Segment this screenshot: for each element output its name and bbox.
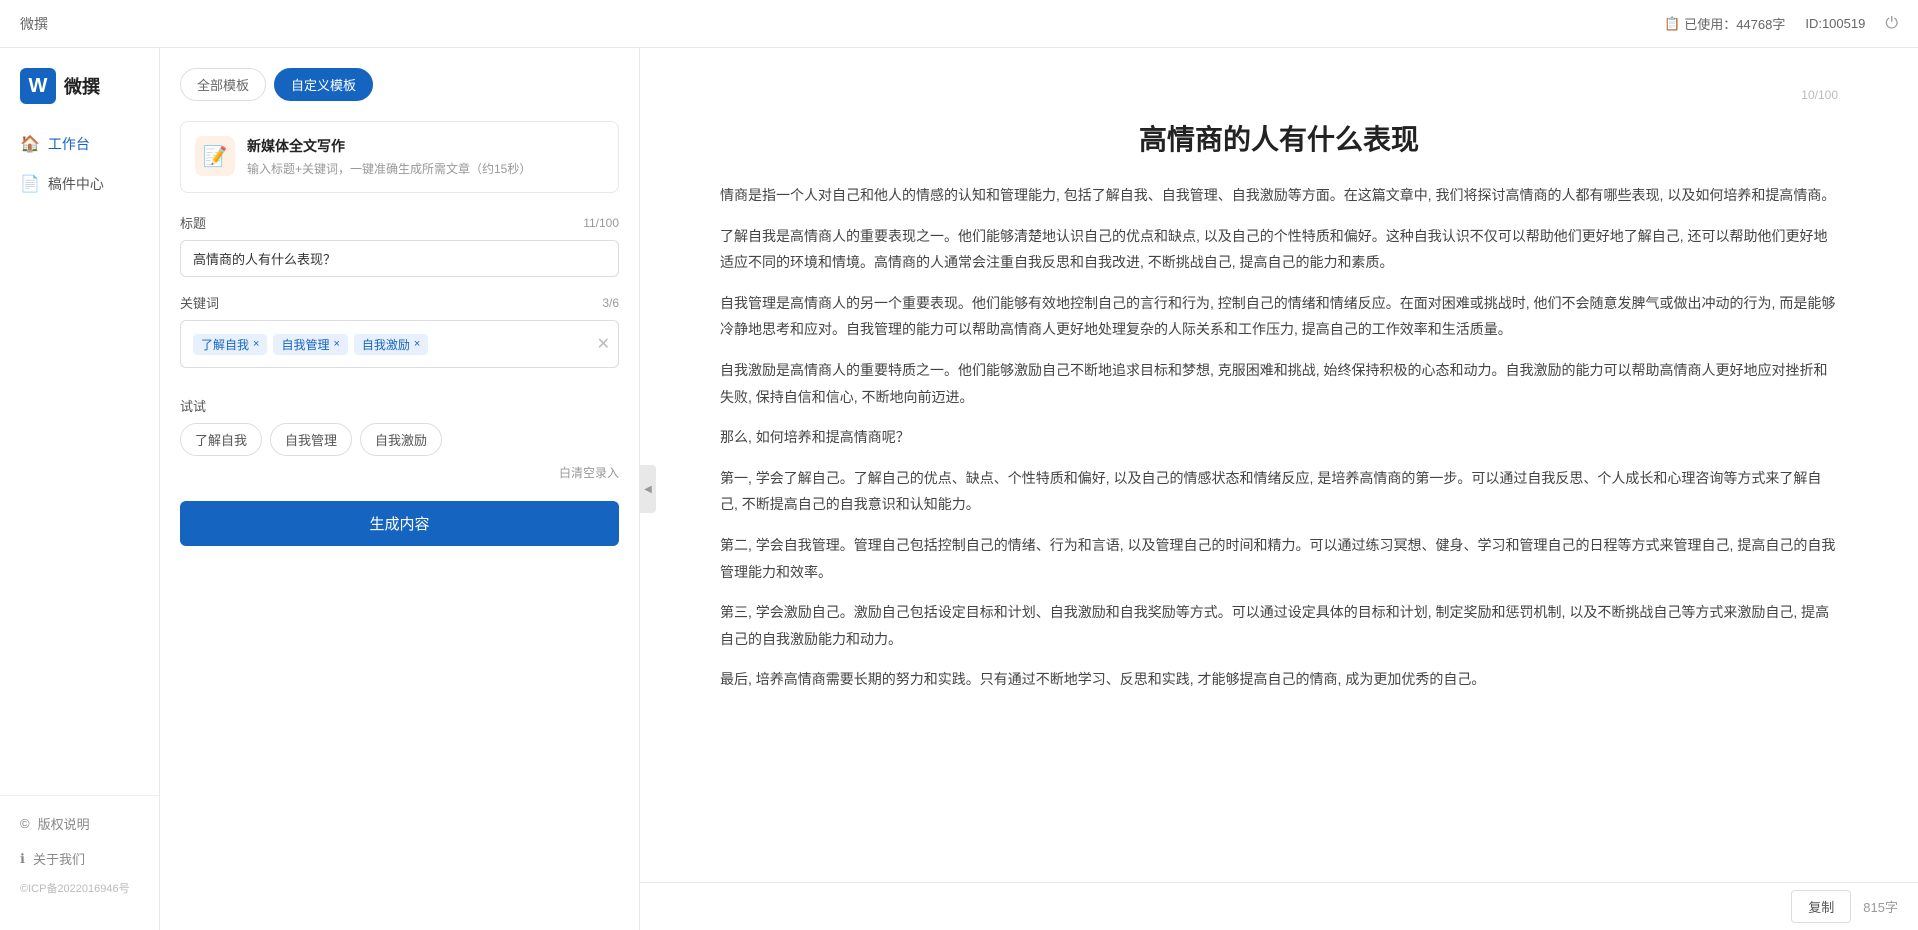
header-title: 微撰 (20, 14, 48, 34)
collapse-icon: ◀ (644, 484, 652, 495)
copyright-item[interactable]: © 版权说明 (0, 806, 159, 841)
chip-1[interactable]: 自我管理 (270, 423, 352, 456)
sidebar-item-drafts[interactable]: 📄 稿件中心 (0, 164, 159, 204)
suggestions: 试试 了解自我 自我管理 自我激励 白清空录入 (180, 396, 619, 481)
article-paragraph: 了解自我是高情商人的重要表现之一。他们能够清楚地认识自己的优点和缺点, 以及自己… (720, 223, 1838, 276)
copy-button[interactable]: 复制 (1791, 890, 1851, 923)
sidebar-footer: © 版权说明 ℹ 关于我们 ©ICP备2022016946号 (0, 795, 159, 910)
tabs: 全部模板 自定义模板 (180, 68, 619, 101)
template-icon: 📝 (195, 136, 235, 176)
about-icon: ℹ (20, 851, 25, 867)
article-body: 情商是指一个人对自己和他人的情感的认知和管理能力, 包括了解自我、自我管理、自我… (720, 182, 1838, 693)
sidebar-item-workbench[interactable]: 🏠 工作台 (0, 124, 159, 164)
title-field-section: 标题 11/100 (180, 213, 619, 277)
right-panel: 10/100 高情商的人有什么表现 情商是指一个人对自己和他人的情感的认知和管理… (640, 48, 1918, 930)
about-label: 关于我们 (33, 849, 85, 868)
keyword-tag-0-text: 了解自我 (201, 336, 249, 353)
generate-button[interactable]: 生成内容 (180, 501, 619, 546)
header-right: 📋 已使用：44768字 ID:100519 ⏻ (1664, 14, 1898, 33)
keyword-tag-0[interactable]: 了解自我 × (193, 334, 267, 355)
keyword-tag-1-text: 自我管理 (281, 336, 329, 353)
drafts-label: 稿件中心 (48, 174, 104, 194)
tab-custom[interactable]: 自定义模板 (274, 68, 373, 101)
logo-text: 微撰 (64, 73, 100, 99)
power-icon[interactable]: ⏻ (1885, 15, 1898, 33)
keyword-tag-0-remove[interactable]: × (253, 338, 259, 350)
copyright-label: 版权说明 (38, 814, 90, 833)
keywords-box[interactable]: 了解自我 × 自我管理 × 自我激励 × ✕ (180, 320, 619, 368)
keyword-label-text: 关键词 (180, 293, 219, 312)
keyword-tag-2-text: 自我激励 (362, 336, 410, 353)
used-label: 已使用：44768字 (1684, 14, 1785, 33)
article-container: 10/100 高情商的人有什么表现 情商是指一个人对自己和他人的情感的认知和管理… (640, 48, 1918, 882)
title-field-label: 标题 11/100 (180, 213, 619, 232)
keyword-field-label: 关键词 3/6 (180, 293, 619, 312)
layout: W 微撰 🏠 工作台 📄 稿件中心 © 版权说明 ℹ 关于我们 ©ICP备202… (0, 48, 1918, 930)
template-desc: 输入标题+关键词，一键准确生成所需文章（约15秒） (247, 160, 604, 178)
bottom-bar: 复制 815字 (640, 882, 1918, 930)
template-card[interactable]: 📝 新媒体全文写作 输入标题+关键词，一键准确生成所需文章（约15秒） (180, 121, 619, 193)
template-name: 新媒体全文写作 (247, 136, 604, 156)
keyword-tag-2[interactable]: 自我激励 × (354, 334, 428, 355)
title-label-text: 标题 (180, 213, 206, 232)
clear-link[interactable]: 白清空录入 (180, 464, 619, 481)
left-panel: 全部模板 自定义模板 📝 新媒体全文写作 输入标题+关键词，一键准确生成所需文章… (160, 48, 640, 930)
keyword-tag-1-remove[interactable]: × (333, 338, 339, 350)
article-paragraph: 第二, 学会自我管理。管理自己包括控制自己的情绪、行为和言语, 以及管理自己的时… (720, 532, 1838, 585)
workbench-icon: 🏠 (20, 134, 40, 154)
chip-0[interactable]: 了解自我 (180, 423, 262, 456)
article-count: 10/100 (720, 88, 1838, 102)
suggestion-chips: 了解自我 自我管理 自我激励 (180, 423, 619, 456)
about-item[interactable]: ℹ 关于我们 (0, 841, 159, 876)
header: 微撰 📋 已使用：44768字 ID:100519 ⏻ (0, 0, 1918, 48)
tab-all[interactable]: 全部模板 (180, 68, 266, 101)
main: 全部模板 自定义模板 📝 新媒体全文写作 输入标题+关键词，一键准确生成所需文章… (160, 48, 1918, 930)
drafts-icon: 📄 (20, 174, 40, 194)
word-count: 815字 (1863, 897, 1898, 916)
article-paragraph: 那么, 如何培养和提高情商呢？ (720, 424, 1838, 451)
keyword-field-section: 关键词 3/6 了解自我 × 自我管理 × 自我激励 × (180, 293, 619, 368)
used-icon: 📋 (1664, 16, 1680, 32)
logo-area: W 微撰 (0, 68, 159, 124)
keyword-count: 3/6 (602, 296, 619, 310)
template-info: 新媒体全文写作 输入标题+关键词，一键准确生成所需文章（约15秒） (247, 136, 604, 178)
header-used: 📋 已使用：44768字 (1664, 14, 1785, 33)
keywords-clear[interactable]: ✕ (597, 334, 610, 354)
article-paragraph: 自我管理是高情商人的另一个重要表现。他们能够有效地控制自己的言行和行为, 控制自… (720, 290, 1838, 343)
collapse-toggle[interactable]: ◀ (640, 465, 656, 513)
article-paragraph: 第三, 学会激励自己。激励自己包括设定目标和计划、自我激励和自我奖励等方式。可以… (720, 599, 1838, 652)
logo-w: W (20, 68, 56, 104)
header-id: ID:100519 (1805, 16, 1865, 31)
keyword-tag-1[interactable]: 自我管理 × (273, 334, 347, 355)
keyword-tag-2-remove[interactable]: × (414, 338, 420, 350)
article-title: 高情商的人有什么表现 (720, 118, 1838, 158)
icp-text: ©ICP备2022016946号 (0, 876, 159, 900)
workbench-label: 工作台 (48, 134, 90, 154)
article-paragraph: 最后, 培养高情商需要长期的努力和实践。只有通过不断地学习、反思和实践, 才能够… (720, 666, 1838, 693)
article-paragraph: 自我激励是高情商人的重要特质之一。他们能够激励自己不断地追求目标和梦想, 克服困… (720, 357, 1838, 410)
copyright-icon: © (20, 816, 30, 831)
sidebar: W 微撰 🏠 工作台 📄 稿件中心 © 版权说明 ℹ 关于我们 ©ICP备202… (0, 48, 160, 930)
title-input[interactable] (180, 240, 619, 277)
article-paragraph: 第一, 学会了解自己。了解自己的优点、缺点、个性特质和偏好, 以及自己的情感状态… (720, 465, 1838, 518)
title-count: 11/100 (583, 216, 619, 230)
suggestions-label: 试试 (180, 396, 619, 415)
chip-2[interactable]: 自我激励 (360, 423, 442, 456)
article-paragraph: 情商是指一个人对自己和他人的情感的认知和管理能力, 包括了解自我、自我管理、自我… (720, 182, 1838, 209)
